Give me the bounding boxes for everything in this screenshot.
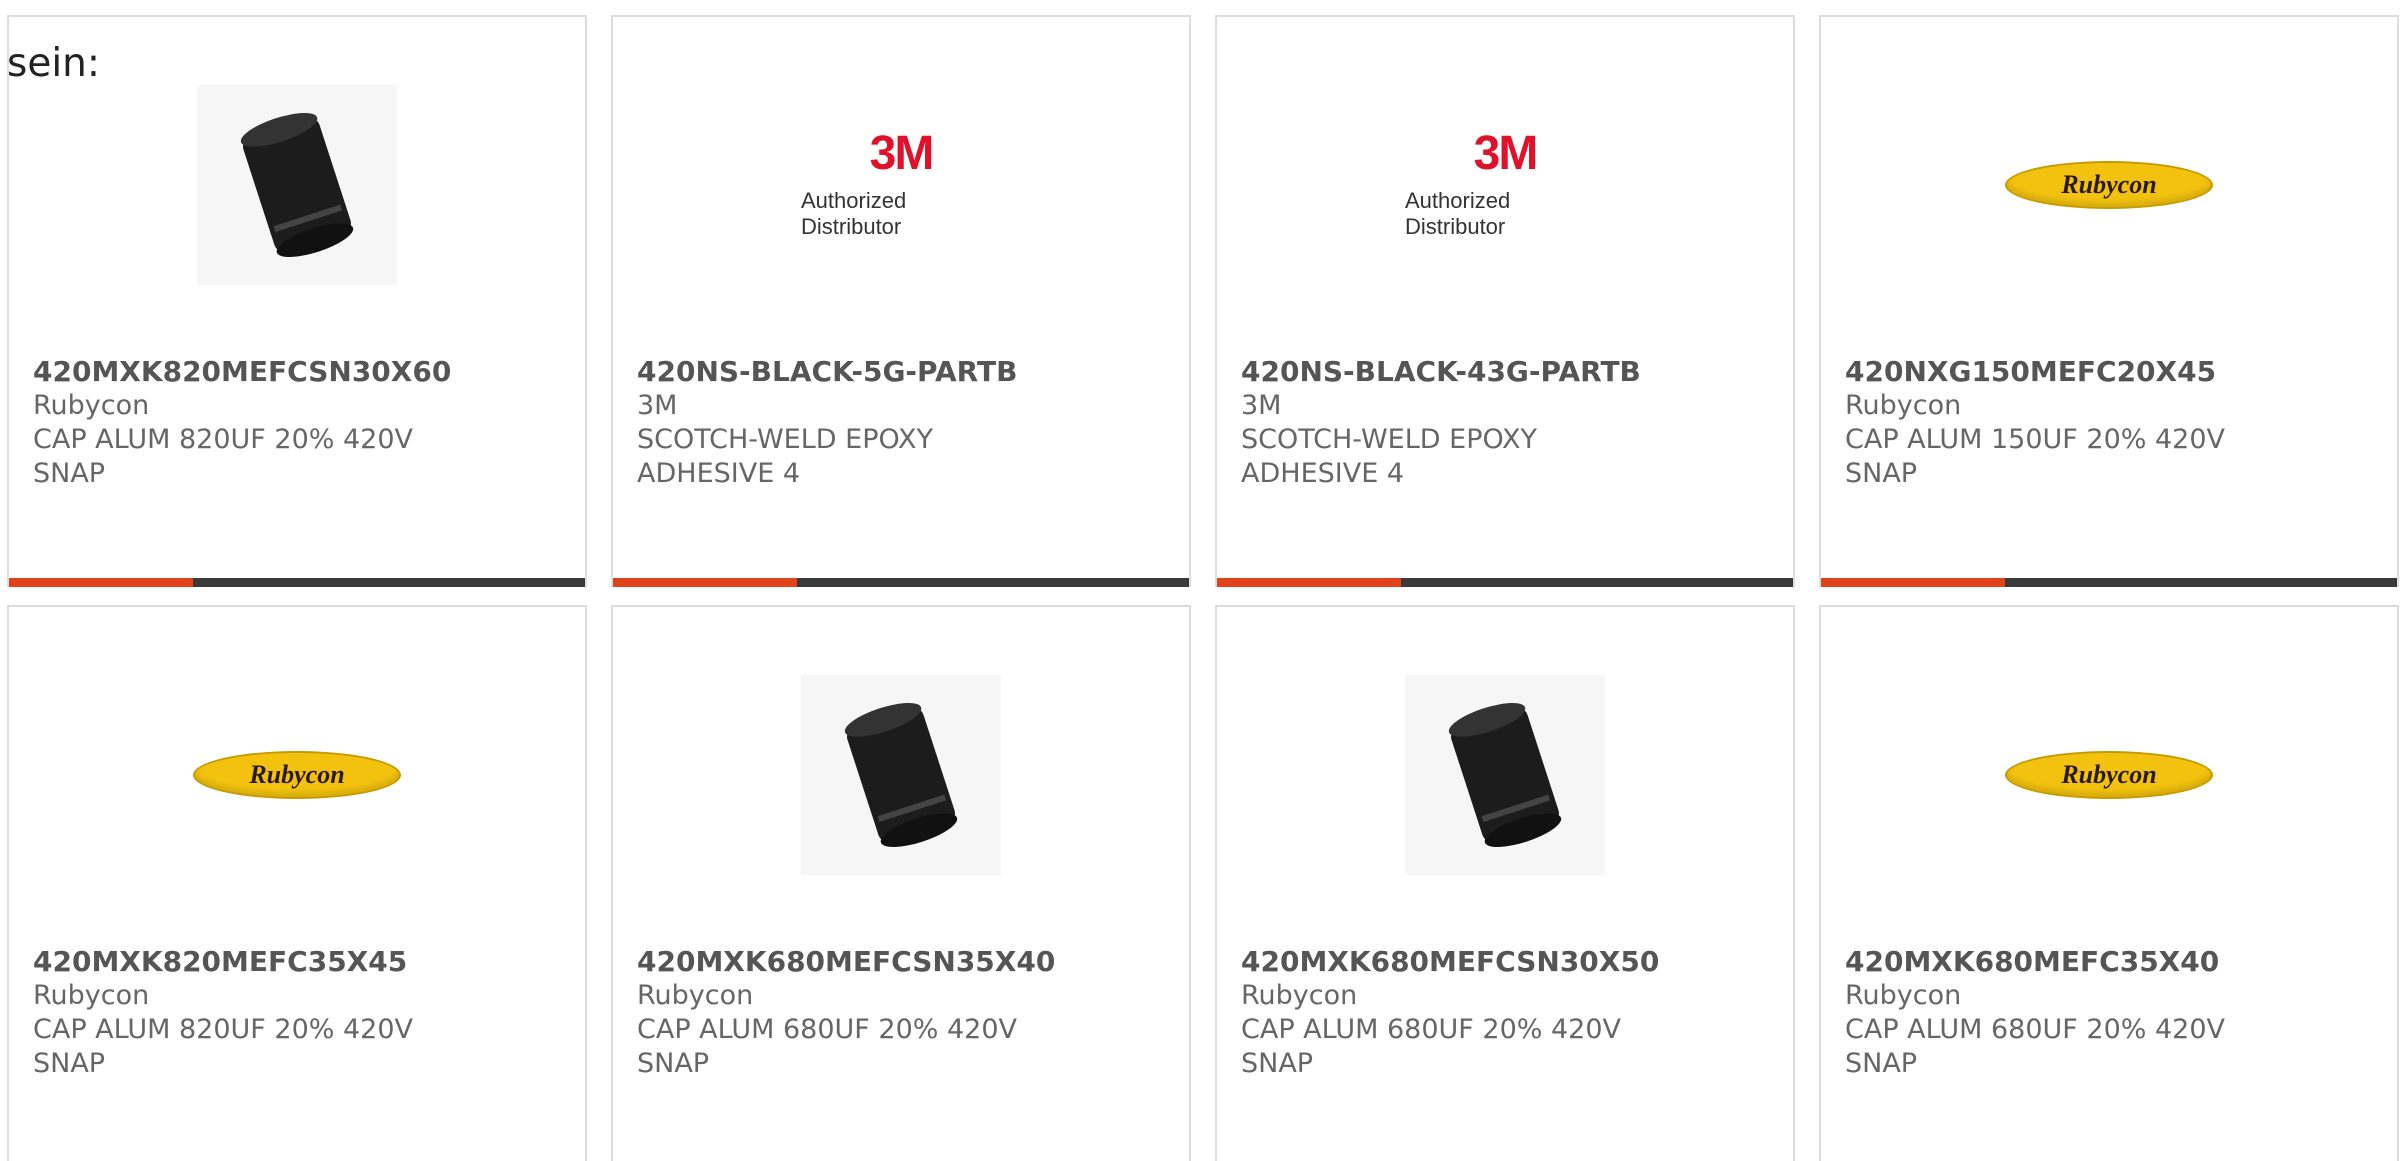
product-image[interactable]: [613, 675, 1189, 875]
capacitor-photo-icon: [801, 675, 1001, 875]
product-info: 420MXK680MEFCSN35X40 Rubycon CAP ALUM 68…: [637, 945, 1165, 1081]
product-description: CAP ALUM 680UF 20% 420V SNAP: [1845, 1014, 2226, 1079]
part-number-link[interactable]: 420MXK680MEFCSN35X40: [637, 945, 1165, 979]
page: sein: 420MXK820MEFCSN30X60 Rubycon CAP A…: [0, 0, 2400, 1161]
3m-logo-icon: 3M Authorized Distributor: [1405, 130, 1605, 240]
logo-mark: Rubycon: [249, 760, 345, 789]
product-description: CAP ALUM 820UF 20% 420V SNAP: [33, 1014, 414, 1079]
product-description: CAP ALUM 150UF 20% 420V SNAP: [1845, 424, 2226, 489]
manufacturer: Rubycon: [1845, 390, 1962, 421]
product-info: 420NS-BLACK-5G-PARTB 3M SCOTCH-WELD EPOX…: [637, 355, 1165, 491]
product-image[interactable]: 3M Authorized Distributor: [613, 85, 1189, 285]
product-card[interactable]: Rubycon 420NXG150MEFC20X45 Rubycon CAP A…: [1819, 15, 2399, 587]
product-card[interactable]: 420MXK680MEFCSN35X40 Rubycon CAP ALUM 68…: [611, 605, 1191, 1161]
capacitor-photo-icon: [1405, 675, 1605, 875]
progress-fill: [613, 578, 798, 587]
logo-mark: Rubycon: [2061, 170, 2157, 199]
rubycon-logo-icon: Rubycon: [2005, 751, 2213, 799]
rubycon-logo-icon: Rubycon: [193, 751, 401, 799]
product-description: CAP ALUM 820UF 20% 420V SNAP: [33, 424, 414, 489]
product-image[interactable]: [9, 85, 585, 285]
product-info: 420MXK680MEFCSN30X50 Rubycon CAP ALUM 68…: [1241, 945, 1769, 1081]
product-description: SCOTCH-WELD EPOXY ADHESIVE 4: [1241, 424, 1537, 489]
product-card[interactable]: Rubycon 420MXK820MEFC35X45 Rubycon CAP A…: [7, 605, 587, 1161]
product-info: 420MXK680MEFC35X40 Rubycon CAP ALUM 680U…: [1845, 945, 2373, 1081]
logo-mark: 3M: [1473, 127, 1539, 180]
manufacturer: 3M: [1241, 390, 1282, 421]
product-info: 420NS-BLACK-43G-PARTB 3M SCOTCH-WELD EPO…: [1241, 355, 1769, 491]
product-description: CAP ALUM 680UF 20% 420V SNAP: [637, 1014, 1018, 1079]
manufacturer: Rubycon: [1845, 980, 1962, 1011]
progress-bar: [1821, 578, 2397, 587]
product-info: 420MXK820MEFCSN30X60 Rubycon CAP ALUM 82…: [33, 355, 561, 491]
manufacturer: 3M: [637, 390, 678, 421]
part-number-link[interactable]: 420MXK820MEFCSN30X60: [33, 355, 561, 389]
manufacturer: Rubycon: [33, 390, 150, 421]
logo-subtitle: Authorized Distributor: [801, 188, 907, 239]
product-info: 420MXK820MEFC35X45 Rubycon CAP ALUM 820U…: [33, 945, 561, 1081]
product-card[interactable]: 3M Authorized Distributor 420NS-BLACK-5G…: [611, 15, 1191, 587]
logo-mark: Rubycon: [2061, 760, 2157, 789]
rubycon-logo-icon: Rubycon: [2005, 161, 2213, 209]
progress-bar: [9, 578, 585, 587]
product-info: 420NXG150MEFC20X45 Rubycon CAP ALUM 150U…: [1845, 355, 2373, 491]
part-number-link[interactable]: 420NXG150MEFC20X45: [1845, 355, 2373, 389]
product-image[interactable]: Rubycon: [1821, 85, 2397, 285]
product-card[interactable]: Rubycon 420MXK680MEFC35X40 Rubycon CAP A…: [1819, 605, 2399, 1161]
capacitor-photo-icon: [197, 85, 397, 285]
progress-bar: [1217, 578, 1793, 587]
part-number-link[interactable]: 420NS-BLACK-5G-PARTB: [637, 355, 1165, 389]
intro-text: sein:: [7, 41, 101, 86]
3m-logo-icon: 3M Authorized Distributor: [801, 130, 1001, 240]
part-number-link[interactable]: 420MXK680MEFCSN30X50: [1241, 945, 1769, 979]
product-card[interactable]: 3M Authorized Distributor 420NS-BLACK-43…: [1215, 15, 1795, 587]
progress-fill: [9, 578, 194, 587]
progress-bar: [613, 578, 1189, 587]
manufacturer: Rubycon: [637, 980, 754, 1011]
logo-subtitle: Authorized Distributor: [1405, 188, 1511, 239]
part-number-link[interactable]: 420MXK820MEFC35X45: [33, 945, 561, 979]
product-image[interactable]: Rubycon: [9, 675, 585, 875]
product-image[interactable]: Rubycon: [1821, 675, 2397, 875]
part-number-link[interactable]: 420NS-BLACK-43G-PARTB: [1241, 355, 1769, 389]
part-number-link[interactable]: 420MXK680MEFC35X40: [1845, 945, 2373, 979]
manufacturer: Rubycon: [33, 980, 150, 1011]
product-card[interactable]: 420MXK820MEFCSN30X60 Rubycon CAP ALUM 82…: [7, 15, 587, 587]
progress-fill: [1821, 578, 2006, 587]
logo-mark: 3M: [869, 127, 935, 180]
progress-fill: [1217, 578, 1402, 587]
product-description: SCOTCH-WELD EPOXY ADHESIVE 4: [637, 424, 933, 489]
product-grid: 420MXK820MEFCSN30X60 Rubycon CAP ALUM 82…: [7, 15, 2399, 1161]
manufacturer: Rubycon: [1241, 980, 1358, 1011]
product-image[interactable]: [1217, 675, 1793, 875]
product-image[interactable]: 3M Authorized Distributor: [1217, 85, 1793, 285]
product-description: CAP ALUM 680UF 20% 420V SNAP: [1241, 1014, 1622, 1079]
product-card[interactable]: 420MXK680MEFCSN30X50 Rubycon CAP ALUM 68…: [1215, 605, 1795, 1161]
